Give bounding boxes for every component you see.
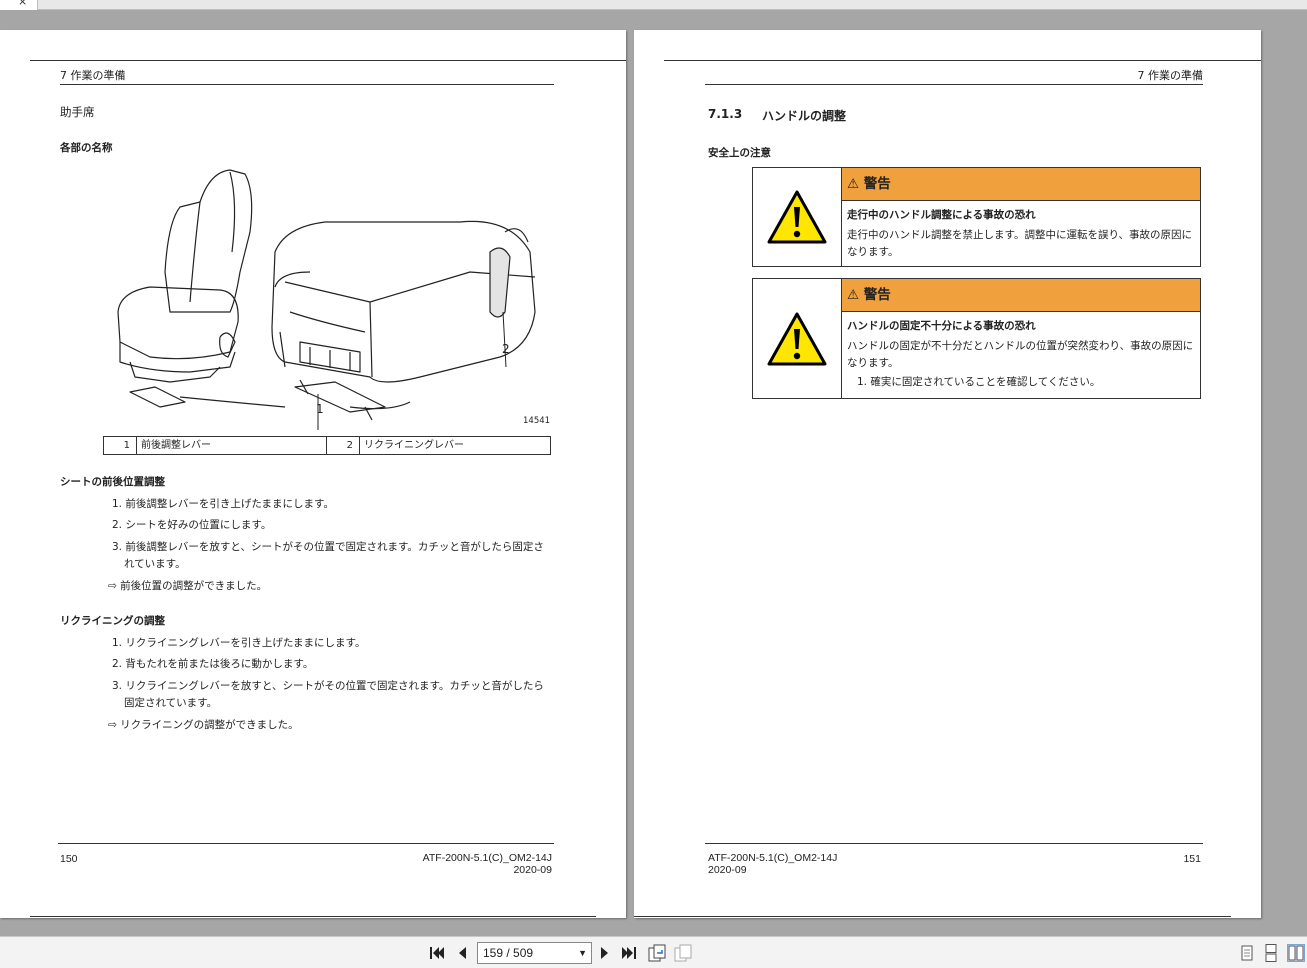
- next-page-icon: [601, 947, 608, 959]
- close-icon[interactable]: ×: [18, 0, 27, 8]
- warning-step: 1. 確実に固定されていることを確認してください。: [857, 376, 1101, 388]
- page-number: 150: [60, 853, 78, 865]
- arrow-icon: ⇨: [108, 719, 117, 731]
- section-title: ハンドルの調整: [762, 109, 847, 123]
- warning-title: ⚠ 警告: [842, 168, 1200, 201]
- step-item: 1. リクライニングレバーを引き上げたままにします。: [112, 637, 366, 649]
- arrow-icon: ⇨: [108, 580, 117, 592]
- page-number-select[interactable]: 159 / 509 ▼: [477, 942, 592, 964]
- chevron-down-icon: ▼: [578, 948, 587, 958]
- step-item-continued: れています。: [124, 558, 186, 570]
- page-display: 159 / 509: [483, 946, 534, 960]
- single-page-view-button[interactable]: [1238, 944, 1256, 962]
- last-page-icon: [622, 947, 636, 959]
- figure-id: 14541: [523, 416, 551, 426]
- seat-illustration: [117, 169, 536, 430]
- warning-box: ⚠ 警告 走行中のハンドル調整による事故の恐れ 走行中のハンドル調整を禁止します…: [752, 167, 1201, 267]
- rotate-icon: [648, 944, 666, 962]
- tab-bar: ×: [0, 0, 1307, 10]
- warning-box: ⚠ 警告 ハンドルの固定不十分による事故の恐れ ハンドルの固定が不十分だとハンド…: [752, 278, 1201, 399]
- rotate-button[interactable]: [648, 944, 666, 962]
- warning-triangle-icon: [767, 312, 827, 365]
- doc-date: 2020-09: [513, 864, 552, 876]
- fore-aft-title: シートの前後位置調整: [60, 476, 165, 488]
- document-tab[interactable]: ×: [0, 0, 38, 10]
- doc-id: ATF-200N-5.1(C)_OM2-14J: [422, 852, 552, 864]
- next-page-button[interactable]: [596, 944, 614, 962]
- recline-title: リクライニングの調整: [60, 615, 165, 627]
- single-page-view-icon: [1241, 945, 1253, 961]
- safety-heading: 安全上の注意: [708, 147, 771, 159]
- document-page-left: 7 作業の準備 助手席 各部の名称 2 1 14541 1 前後調整レバー 2 …: [0, 30, 626, 918]
- doc-date: 2020-09: [708, 864, 747, 876]
- prev-page-button[interactable]: [453, 944, 471, 962]
- doc-id: ATF-200N-5.1(C)_OM2-14J: [708, 852, 838, 864]
- continuous-view-icon: [1265, 944, 1277, 962]
- subsection-title: 各部の名称: [60, 142, 113, 154]
- warning-triangle-icon: [767, 190, 827, 244]
- callout-2: 2: [502, 342, 510, 356]
- copy-icon: [674, 944, 692, 962]
- step-item: 3. リクライニングレバーを放すと、シートがその位置で固定されます。カチッと音が…: [112, 680, 544, 692]
- callout-1: 1: [316, 402, 324, 416]
- continuous-view-button[interactable]: [1262, 944, 1280, 962]
- result-item: ⇨ 前後位置の調整ができました。: [108, 580, 268, 592]
- warning-text: ハンドルの固定が不十分だとハンドルの位置が突然変わり、事故の原因に なります。 …: [842, 336, 1200, 391]
- first-page-button[interactable]: [428, 944, 446, 962]
- step-item: 1. 前後調整レバーを引き上げたままにします。: [112, 498, 335, 510]
- two-page-view-icon: [1288, 945, 1304, 961]
- page-header: 7 作業の準備: [1137, 69, 1204, 82]
- warning-heading: ハンドルの固定不十分による事故の恐れ: [847, 320, 1036, 332]
- warning-text: 走行中のハンドル調整を禁止します。調整中に運転を誤り、事故の原因に なります。: [847, 229, 1193, 258]
- copy-button[interactable]: [674, 944, 692, 962]
- legend-table: 1 前後調整レバー 2 リクライニングレバー: [103, 436, 551, 455]
- warning-title: ⚠ 警告: [842, 279, 1200, 312]
- page-number: 151: [1183, 853, 1201, 865]
- last-page-button[interactable]: [620, 944, 638, 962]
- section-title: 助手席: [60, 105, 95, 119]
- step-item-continued: 固定されています。: [124, 697, 218, 709]
- step-item: 3. 前後調整レバーを放すと、シートがその位置で固定されます。カチッと音がしたら…: [112, 541, 544, 553]
- step-item: 2. シートを好みの位置にします。: [112, 519, 272, 531]
- prev-page-icon: [459, 947, 466, 959]
- document-page-right: 7 作業の準備 7.1.3 ハンドルの調整 安全上の注意 ⚠ 警告 走行中のハン…: [634, 30, 1261, 918]
- first-page-icon: [430, 947, 444, 959]
- page-header: 7 作業の準備: [60, 69, 126, 82]
- step-item: 2. 背もたれを前または後ろに動かします。: [112, 658, 314, 670]
- warning-heading: 走行中のハンドル調整による事故の恐れ: [847, 209, 1036, 221]
- two-page-view-button[interactable]: [1287, 944, 1305, 962]
- section-number: 7.1.3: [708, 107, 743, 121]
- result-item: ⇨ リクライニングの調整ができました。: [108, 719, 299, 731]
- viewer-toolbar: 159 / 509 ▼: [0, 936, 1307, 968]
